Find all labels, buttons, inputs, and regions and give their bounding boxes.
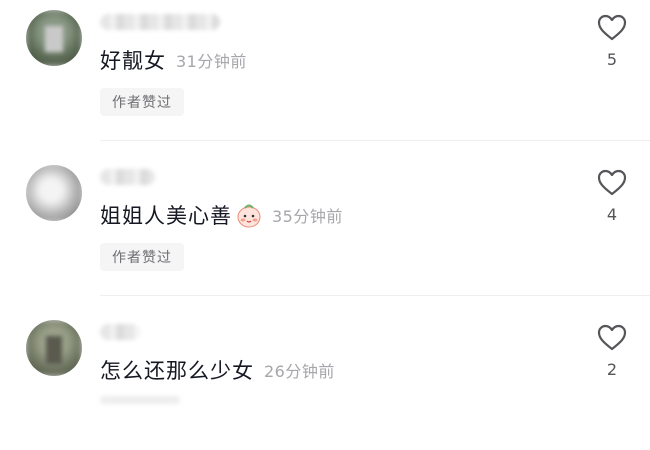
comment-time: 35分钟前 <box>272 207 343 226</box>
heart-icon[interactable] <box>597 14 627 42</box>
username-blurred[interactable] <box>100 14 220 30</box>
divider <box>100 140 650 141</box>
comment-text-line: 姐姐人美心善 35分钟前 <box>100 195 343 235</box>
comment-content: 怎么还那么少女 <box>100 359 254 383</box>
comment-content: 姐姐人美心善 <box>100 204 232 228</box>
username-blurred[interactable] <box>100 324 140 340</box>
heart-icon[interactable] <box>597 169 627 197</box>
avatar[interactable] <box>26 10 82 66</box>
author-liked-badge: 作者赞过 <box>100 88 184 116</box>
like-count: 4 <box>606 205 618 224</box>
avatar[interactable] <box>26 320 82 376</box>
divider <box>100 295 650 296</box>
comment-text-line: 好靓女 31分钟前 <box>100 40 247 80</box>
comment-text-line: 怎么还那么少女 26分钟前 <box>100 350 335 390</box>
comment-item[interactable]: 好靓女 31分钟前 作者赞过 5 <box>0 0 650 140</box>
comment-item[interactable]: 姐姐人美心善 35分钟前 作者赞过 4 <box>0 155 650 295</box>
comment-item[interactable]: 怎么还那么少女 26分钟前 2 <box>0 310 650 450</box>
username-blurred[interactable] <box>100 169 155 185</box>
comment-time: 26分钟前 <box>264 362 335 381</box>
comment-content: 好靓女 <box>100 49 166 73</box>
like-count: 5 <box>606 50 618 69</box>
author-liked-badge: 作者赞过 <box>100 243 184 271</box>
heart-icon[interactable] <box>597 324 627 352</box>
shy-face-emoji-icon <box>237 204 261 228</box>
avatar[interactable] <box>26 165 82 221</box>
comment-time: 31分钟前 <box>176 52 247 71</box>
like-count: 2 <box>606 360 618 379</box>
